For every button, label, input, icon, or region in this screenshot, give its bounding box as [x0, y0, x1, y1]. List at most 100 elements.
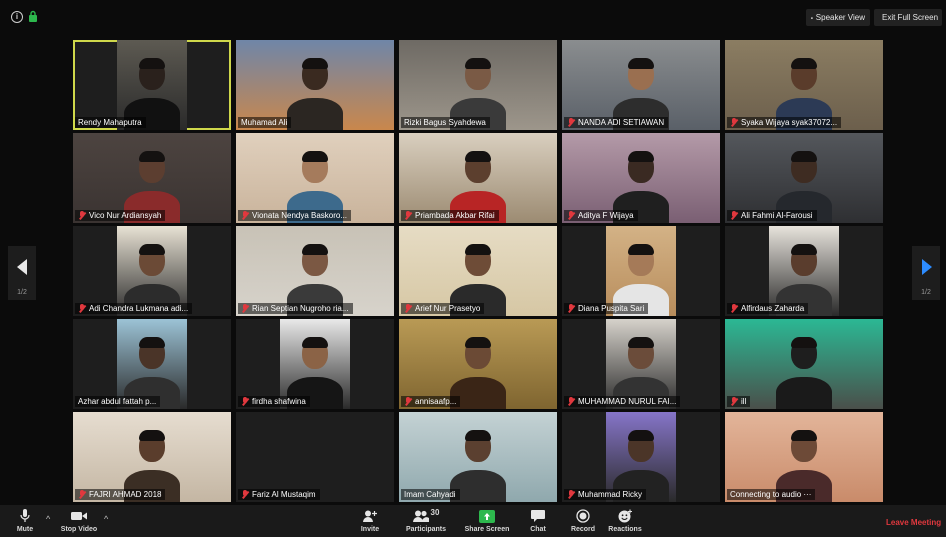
- participant-video-tile[interactable]: Diana Puspita Sari: [562, 226, 720, 316]
- person-head: [139, 244, 165, 276]
- person-head: [628, 337, 654, 369]
- participant-video-tile[interactable]: ill: [725, 319, 883, 409]
- participant-name-tag: FAJRI AHMAD 2018: [75, 489, 166, 500]
- participant-name: Rian Septian Nugroho ria...: [252, 304, 349, 313]
- speaker-view-label: Speaker View: [815, 13, 865, 22]
- stop-video-label: Stop Video: [60, 526, 98, 533]
- chat-button[interactable]: Chat: [526, 508, 550, 533]
- participant-video-tile[interactable]: Muhamad Ali: [236, 40, 394, 130]
- participant-video-tile[interactable]: MUHAMMAD NURUL FAI...: [562, 319, 720, 409]
- share-screen-button[interactable]: Share Screen: [464, 508, 510, 533]
- person-head: [791, 337, 817, 369]
- microphone-icon: [20, 509, 30, 522]
- participant-name: Priambada Akbar Rifai: [415, 211, 495, 220]
- muted-microphone-icon: [730, 397, 738, 406]
- participant-video-tile[interactable]: Vico Nur Ardiansyah: [73, 133, 231, 223]
- participant-name-tag: Connecting to audio ···: [727, 489, 816, 500]
- record-label: Record: [570, 526, 596, 533]
- participant-video-tile[interactable]: Rendy Mahaputra: [73, 40, 231, 130]
- grid-view-icon: [811, 16, 813, 19]
- participant-name-tag: Muhamad Ali: [238, 117, 292, 128]
- video-options-chevron-icon[interactable]: ^: [104, 514, 108, 524]
- leave-meeting-button[interactable]: Leave Meeting: [886, 518, 941, 527]
- smiley-icon: [618, 509, 632, 523]
- participant-video-tile[interactable]: Muhammad Ricky: [562, 412, 720, 502]
- participants-icon: [412, 510, 429, 522]
- participant-video-tile[interactable]: Adi Chandra Lukmana adi...: [73, 226, 231, 316]
- participant-name-tag: MUHAMMAD NURUL FAI...: [564, 396, 681, 407]
- page-indicator-left: 1/2: [17, 289, 27, 296]
- participant-name-tag: Muhammad Ricky: [564, 489, 647, 500]
- muted-microphone-icon: [567, 397, 575, 406]
- reactions-button[interactable]: Reactions: [607, 508, 643, 533]
- chat-label: Chat: [530, 526, 546, 533]
- person-head: [139, 430, 165, 462]
- participant-video-tile[interactable]: Arief Nur Prasetyo: [399, 226, 557, 316]
- mute-button[interactable]: Mute: [8, 508, 42, 533]
- participant-name-tag: Imam Cahyadi: [401, 489, 460, 500]
- participant-name: Rendy Mahaputra: [78, 118, 142, 127]
- person-head: [628, 58, 654, 90]
- participant-name: Azhar abdul fattah p...: [78, 397, 157, 406]
- audio-options-chevron-icon[interactable]: ^: [46, 514, 50, 524]
- participant-video-tile[interactable]: Priambada Akbar Rifai: [399, 133, 557, 223]
- participant-video-tile[interactable]: FAJRI AHMAD 2018: [73, 412, 231, 502]
- participant-name-tag: Vico Nur Ardiansyah: [75, 210, 166, 221]
- person-head: [465, 337, 491, 369]
- muted-microphone-icon: [404, 211, 412, 220]
- participant-name-tag: Arief Nur Prasetyo: [401, 303, 485, 314]
- participant-video-tile[interactable]: Alfirdaus Zaharda: [725, 226, 883, 316]
- participant-video-tile[interactable]: Ali Fahmi Al-Farousi: [725, 133, 883, 223]
- participant-name: Adi Chandra Lukmana adi...: [89, 304, 189, 313]
- participants-button[interactable]: 30 Participants: [402, 508, 450, 534]
- speaker-view-button[interactable]: Speaker View: [806, 9, 870, 26]
- previous-page-button[interactable]: 1/2: [8, 246, 36, 300]
- page-indicator-right: 1/2: [921, 289, 931, 296]
- muted-microphone-icon: [404, 304, 412, 313]
- participant-name: Arief Nur Prasetyo: [415, 304, 481, 313]
- muted-microphone-icon: [730, 304, 738, 313]
- participant-video-tile[interactable]: Vionata Nendya Baskoro...: [236, 133, 394, 223]
- participant-video-tile[interactable]: Aditya F Wijaya: [562, 133, 720, 223]
- record-button[interactable]: Record: [569, 508, 597, 533]
- participant-name-tag: Alfirdaus Zaharda: [727, 303, 809, 314]
- participant-name-tag: ill: [727, 396, 751, 407]
- participant-name: Aditya F Wijaya: [578, 211, 634, 220]
- participant-video-tile[interactable]: NANDA ADI SETIAWAN: [562, 40, 720, 130]
- person-head: [302, 244, 328, 276]
- participant-name-tag: Rian Septian Nugroho ria...: [238, 303, 353, 314]
- muted-microphone-icon: [78, 304, 86, 313]
- invite-label: Invite: [360, 526, 380, 533]
- info-icon[interactable]: i: [11, 11, 23, 23]
- participant-video-tile[interactable]: Connecting to audio ···: [725, 412, 883, 502]
- record-icon: [576, 509, 590, 523]
- next-page-button[interactable]: 1/2: [912, 246, 940, 300]
- participant-video-tile[interactable]: firdha shafwina: [236, 319, 394, 409]
- participant-video-tile[interactable]: Syaka Wijaya syak37072...: [725, 40, 883, 130]
- participant-name-tag: Rizki Bagus Syahdewa: [401, 117, 490, 128]
- lock-icon[interactable]: [28, 10, 38, 22]
- person-head: [791, 151, 817, 183]
- participant-name: annisaafp...: [415, 397, 457, 406]
- person-head: [139, 151, 165, 183]
- exit-full-screen-button[interactable]: Exit Full Screen: [874, 9, 942, 26]
- participant-name-tag: Fariz Al Mustaqim: [238, 489, 320, 500]
- invite-button[interactable]: Invite: [356, 508, 384, 533]
- muted-microphone-icon: [567, 118, 575, 127]
- participant-video-tile[interactable]: Fariz Al Mustaqim: [236, 412, 394, 502]
- participant-name-tag: Priambada Akbar Rifai: [401, 210, 499, 221]
- participant-video-tile[interactable]: Rian Septian Nugroho ria...: [236, 226, 394, 316]
- participant-name-tag: Vionata Nendya Baskoro...: [238, 210, 352, 221]
- participant-video-tile[interactable]: Rizki Bagus Syahdewa: [399, 40, 557, 130]
- stop-video-button[interactable]: Stop Video: [58, 508, 100, 533]
- person-head: [628, 151, 654, 183]
- participant-name-tag: Ali Fahmi Al-Farousi: [727, 210, 817, 221]
- participant-video-tile[interactable]: annisaafp...: [399, 319, 557, 409]
- participant-video-tile[interactable]: Imam Cahyadi: [399, 412, 557, 502]
- muted-microphone-icon: [78, 490, 86, 499]
- person-head: [465, 430, 491, 462]
- participant-name: Vionata Nendya Baskoro...: [252, 211, 348, 220]
- person-head: [302, 337, 328, 369]
- meeting-toolbar: Mute ^ Stop Video ^ Invite 30 Participan…: [0, 505, 946, 537]
- participant-video-tile[interactable]: Azhar abdul fattah p...: [73, 319, 231, 409]
